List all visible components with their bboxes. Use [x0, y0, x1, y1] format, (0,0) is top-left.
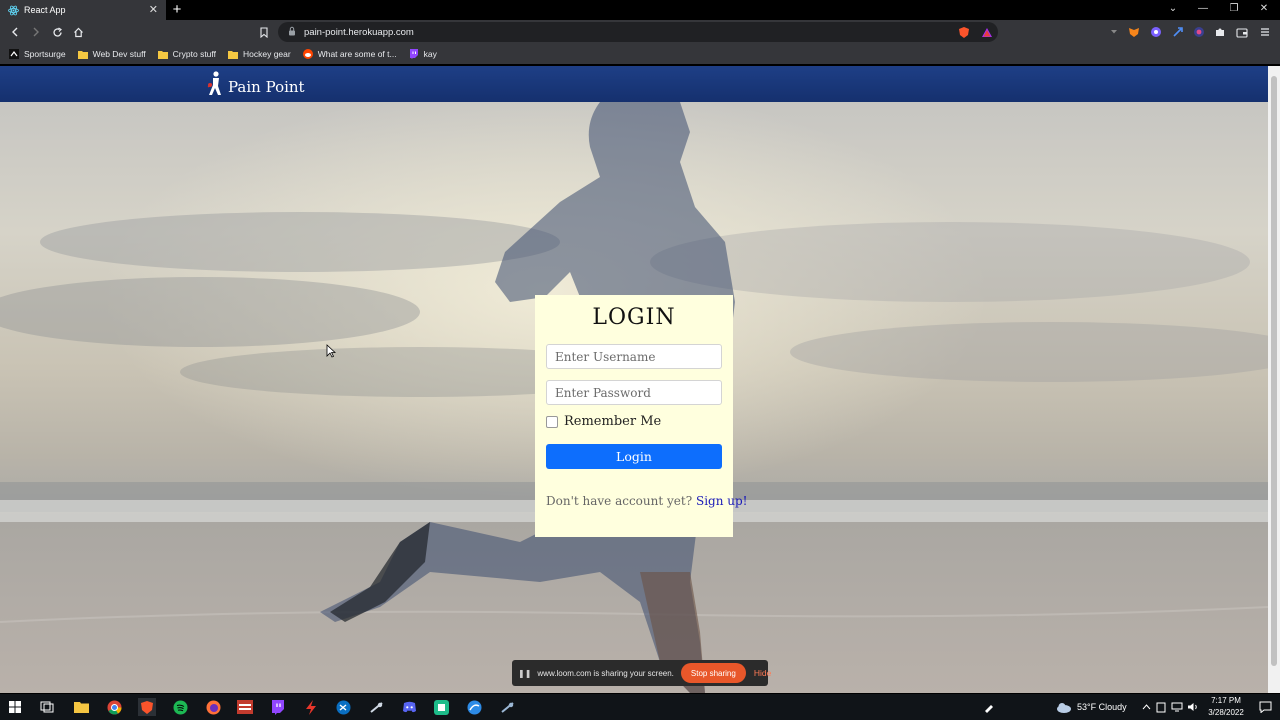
scrollbar-thumb[interactable]	[1271, 76, 1277, 666]
brand-name: Pain Point	[228, 77, 305, 96]
vscode-icon[interactable]	[334, 698, 352, 716]
taskbar: 53°F Cloudy 7:17 PM 3/28/2022	[0, 694, 1280, 720]
remember-me-label[interactable]: Remember Me	[564, 414, 661, 429]
voicemeeter-icon[interactable]	[236, 698, 254, 716]
discord-icon[interactable]	[400, 698, 418, 716]
browser-toolbar: pain-point.herokuapp.com	[0, 20, 1280, 44]
bookmark-kay[interactable]: kay	[409, 49, 437, 59]
remember-me-checkbox[interactable]	[546, 415, 558, 428]
windows-start-icon[interactable]	[6, 698, 24, 716]
signup-prompt-text: Don't have account yet?	[546, 494, 693, 508]
twitch-icon	[409, 49, 419, 59]
extensions-puzzle-icon[interactable]	[1213, 25, 1227, 39]
lock-icon	[288, 23, 296, 41]
mouse-cursor-icon	[326, 344, 336, 358]
tab-title: React App	[24, 5, 66, 15]
metamask-icon[interactable]	[1127, 25, 1141, 39]
wallet-icon[interactable]	[1235, 25, 1249, 39]
brave-rewards-icon[interactable]	[980, 25, 994, 39]
bookmarks-bar: Sportsurge Web Dev stuff Crypto stuff Ho…	[0, 44, 1280, 64]
file-explorer-icon[interactable]	[72, 698, 90, 716]
login-title: LOGIN	[592, 305, 676, 330]
bookmark-label: Sportsurge	[24, 49, 66, 59]
firefox-icon[interactable]	[204, 698, 222, 716]
menu-icon[interactable]	[1258, 25, 1272, 39]
spotify-icon[interactable]	[171, 698, 189, 716]
bookmark-sportsurge[interactable]: Sportsurge	[9, 49, 66, 59]
weather-cloud-icon	[1055, 698, 1073, 716]
share-message: www.loom.com is sharing your screen.	[537, 668, 674, 678]
forward-icon[interactable]	[29, 25, 43, 39]
bookmark-label: Hockey gear	[242, 49, 291, 59]
url-text: pain-point.herokuapp.com	[304, 26, 414, 38]
bookmark-reddit-post[interactable]: What are some of t...	[302, 49, 397, 59]
extension-dropdown-icon[interactable]	[1107, 25, 1121, 39]
screen-share-bar: ❚❚ www.loom.com is sharing your screen. …	[512, 660, 771, 686]
folder-icon	[157, 49, 168, 59]
back-icon[interactable]	[8, 25, 22, 39]
brand-link[interactable]: Pain Point	[204, 71, 305, 102]
twitch-app-icon[interactable]	[269, 698, 287, 716]
bookmark-crypto-stuff[interactable]: Crypto stuff	[157, 49, 216, 59]
game-app-icon[interactable]	[432, 698, 450, 716]
bookmark-label: kay	[423, 49, 437, 59]
restore-icon[interactable]: ❐	[1227, 3, 1241, 15]
bookmark-web-dev-stuff[interactable]: Web Dev stuff	[77, 49, 146, 59]
chrome-icon[interactable]	[105, 698, 123, 716]
pen-workspace-icon[interactable]	[980, 698, 998, 716]
signup-link[interactable]: Sign up!	[696, 494, 748, 508]
clock-time: 7:17 PM	[1211, 696, 1241, 705]
extension-avatar-icon[interactable]	[1192, 25, 1206, 39]
reddit-icon	[302, 49, 313, 59]
brave-shield-icon[interactable]	[957, 25, 971, 39]
page-viewport: Pain Point LOGIN Enter Username Remember…	[0, 66, 1268, 693]
reload-icon[interactable]	[50, 25, 64, 39]
brave-browser-icon[interactable]	[138, 698, 156, 716]
bookmark-label: Crypto stuff	[172, 49, 216, 59]
page-scrollbar[interactable]	[1268, 66, 1280, 693]
drag-handle-icon[interactable]: ❚❚	[518, 669, 531, 678]
signup-prompt: Don't have account yet? Sign up!	[546, 494, 747, 508]
react-icon	[8, 5, 19, 16]
extension-purple-icon[interactable]	[1149, 25, 1163, 39]
close-window-icon[interactable]: ✕	[1257, 3, 1271, 15]
home-icon[interactable]	[71, 25, 85, 39]
clock-date: 3/28/2022	[1208, 708, 1244, 717]
login-button[interactable]: Login	[546, 444, 722, 469]
bookmark-label: What are some of t...	[317, 49, 397, 59]
folder-icon	[227, 49, 238, 59]
runner-logo-icon	[204, 71, 224, 102]
new-tab-button[interactable]: +	[170, 2, 184, 17]
lightning-app-icon[interactable]	[302, 698, 320, 716]
bookmark-hockey-gear[interactable]: Hockey gear	[227, 49, 291, 59]
minimize-icon[interactable]: —	[1196, 3, 1210, 15]
tab-search-icon[interactable]: ⌄	[1166, 3, 1180, 15]
stop-sharing-button[interactable]: Stop sharing	[680, 663, 746, 683]
tab-react-app[interactable]: React App ✕	[0, 0, 166, 20]
bookmark-label: Web Dev stuff	[92, 49, 146, 59]
password-input[interactable]	[546, 380, 722, 405]
steam-client-icon[interactable]	[498, 698, 516, 716]
close-tab-icon[interactable]: ✕	[149, 4, 158, 16]
system-clock[interactable]: 7:17 PM 3/28/2022	[1200, 695, 1252, 719]
weather-text[interactable]: 53°F Cloudy	[1077, 702, 1127, 712]
steam-icon[interactable]	[367, 698, 385, 716]
address-bar[interactable]: pain-point.herokuapp.com	[278, 22, 998, 42]
login-card: LOGIN Remember Me Login Don't have accou…	[535, 295, 747, 537]
folder-icon	[77, 49, 88, 59]
bookmark-icon[interactable]	[257, 25, 271, 39]
sportsurge-icon	[9, 49, 19, 59]
tab-strip: React App ✕ + ⌄ — ❐ ✕	[0, 0, 1280, 20]
hide-button[interactable]: Hide	[754, 668, 771, 678]
browser-app-icon[interactable]	[465, 698, 483, 716]
app-navbar: Pain Point	[0, 66, 1268, 102]
notification-icon[interactable]	[1256, 698, 1274, 716]
username-input[interactable]	[546, 344, 722, 369]
task-view-icon[interactable]	[38, 698, 56, 716]
extension-blue-icon[interactable]	[1171, 25, 1185, 39]
remember-me-row: Remember Me	[546, 414, 722, 429]
